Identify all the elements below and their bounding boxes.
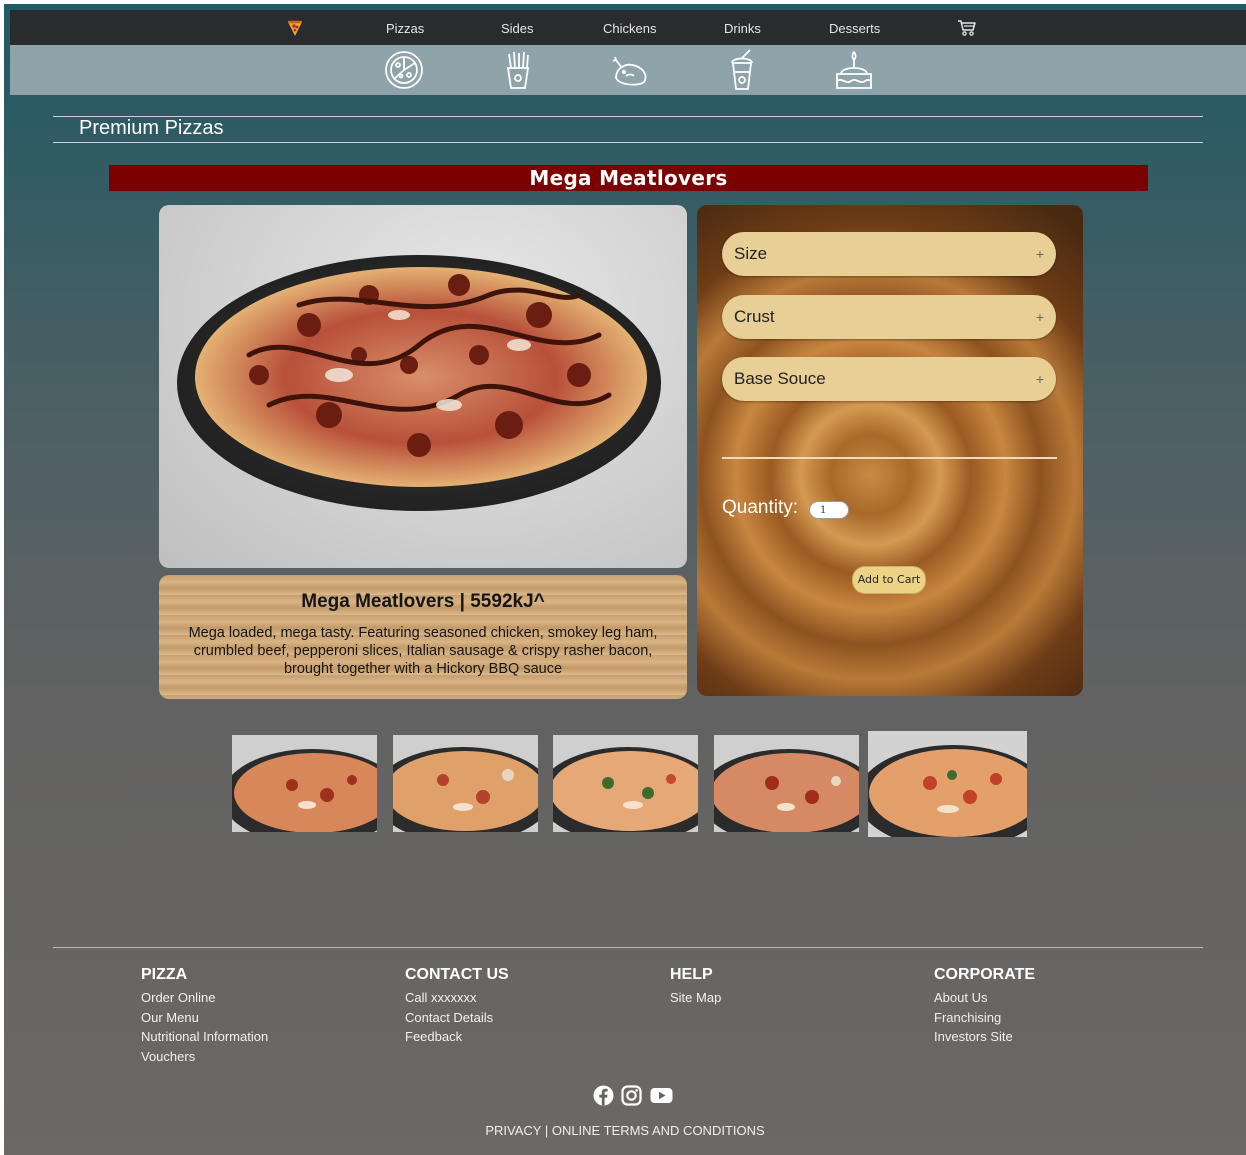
pizza-icon[interactable] [382,48,426,92]
footer-link-call[interactable]: Call xxxxxxx [405,988,509,1008]
legal-separator: | [544,1123,549,1138]
footer-link-about-us[interactable]: About Us [934,988,1035,1008]
cake-icon[interactable] [832,48,876,92]
heading-rule-bottom [53,142,1203,143]
product-image [159,205,687,568]
nav-chickens[interactable]: Chickens [603,21,656,36]
instagram-icon[interactable] [621,1085,643,1106]
footer-link-our-menu[interactable]: Our Menu [141,1008,268,1028]
page-title: Premium Pizzas [79,117,224,139]
footer-column-pizza: PIZZA Order Online Our Menu Nutritional … [141,966,268,1066]
footer-link-franchising[interactable]: Franchising [934,1008,1035,1028]
pizza-slice-icon[interactable] [285,18,305,38]
nav-pizzas[interactable]: Pizzas [386,21,424,36]
social-links [593,1085,676,1107]
product-banner: Mega Meatlovers [109,165,1148,191]
youtube-icon[interactable] [650,1085,673,1106]
category-icon-bar [10,45,1246,95]
footer-heading: CONTACT US [405,966,509,983]
legal-links: PRIVACY | ONLINE TERMS AND CONDITIONS [4,1123,1246,1138]
footer-link-contact-details[interactable]: Contact Details [405,1008,509,1028]
thumbnail-4[interactable] [714,735,859,832]
product-description: Mega loaded, mega tasty. Featuring seaso… [188,625,658,677]
cart-icon[interactable] [957,19,977,37]
footer-column-help: HELP Site Map [670,966,721,1008]
footer-link-investors-site[interactable]: Investors Site [934,1027,1035,1047]
footer-link-order-online[interactable]: Order Online [141,988,268,1008]
add-to-cart-button[interactable]: Add to Cart [852,566,926,594]
fries-icon[interactable] [496,48,540,92]
facebook-icon[interactable] [593,1085,614,1106]
thumbnail-2[interactable] [393,735,538,832]
footer-heading: CORPORATE [934,966,1036,983]
crust-accordion[interactable]: Crust + [722,295,1056,339]
chicken-icon[interactable] [608,48,652,92]
drink-icon[interactable] [720,48,764,92]
footer-divider [53,947,1203,948]
privacy-link[interactable]: PRIVACY [485,1123,541,1138]
footer-heading: HELP [670,966,713,983]
footer-link-nutritional-information[interactable]: Nutritional Information [141,1027,268,1047]
terms-link[interactable]: ONLINE TERMS AND CONDITIONS [552,1123,765,1138]
nav-sides[interactable]: Sides [501,21,534,36]
footer-heading: PIZZA [141,966,188,983]
product-description-panel: Mega Meatlovers | 5592kJ^ Mega loaded, m… [159,575,687,699]
thumbnail-5-selected[interactable] [868,731,1027,837]
base-sauce-label: Base Souce [734,369,826,388]
heading-rule-top [53,116,1203,117]
nav-drinks[interactable]: Drinks [724,21,761,36]
footer-column-contact: CONTACT US Call xxxxxxx Contact Details … [405,966,509,1047]
size-accordion[interactable]: Size + [722,232,1056,276]
options-panel: Size + Crust + Base Souce + Quantity: Ad… [697,205,1083,696]
footer-column-corporate: CORPORATE About Us Franchising Investors… [934,966,1035,1047]
nav-desserts[interactable]: Desserts [829,21,880,36]
product-title: Mega Meatlovers | 5592kJ^ [301,591,545,612]
quantity-label: Quantity: [722,497,799,518]
footer-link-feedback[interactable]: Feedback [405,1027,509,1047]
crust-label: Crust [734,307,775,326]
plus-icon: + [1035,309,1044,325]
options-divider [722,457,1057,459]
page-canvas: Pizzas Sides Chickens Drinks Desserts Pr… [4,4,1246,1155]
thumbnail-1[interactable] [232,735,377,832]
top-nav: Pizzas Sides Chickens Drinks Desserts [10,10,1246,45]
size-label: Size [734,244,768,263]
plus-icon: + [1035,246,1044,262]
quantity-input[interactable] [809,501,849,519]
footer-link-site-map[interactable]: Site Map [670,988,721,1008]
thumbnail-3[interactable] [553,735,698,832]
footer-link-vouchers[interactable]: Vouchers [141,1047,268,1067]
base-sauce-accordion[interactable]: Base Souce + [722,357,1056,401]
plus-icon: + [1035,371,1044,387]
